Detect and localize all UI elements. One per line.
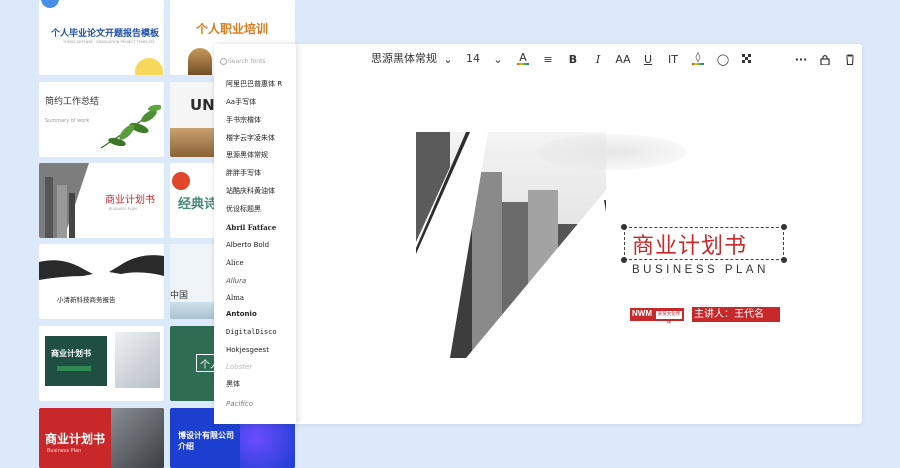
title-block — [45, 336, 107, 386]
template-title: 个人职业培训 — [196, 22, 269, 36]
leaf-image — [100, 104, 161, 149]
template-title: 商业计划书 — [51, 349, 91, 358]
selection-box[interactable] — [624, 227, 784, 260]
font-option[interactable]: Hokjesgeest — [226, 346, 269, 355]
font-option[interactable]: Allura — [226, 277, 246, 286]
letter-spacing-icon[interactable]: AA — [615, 52, 630, 66]
template-subtitle: BUSINESS PLAN — [109, 207, 137, 211]
search-icon — [220, 58, 227, 65]
delete-icon[interactable] — [843, 52, 857, 66]
font-option[interactable]: 手书宗楷体 — [226, 116, 261, 125]
resize-handle[interactable] — [781, 224, 787, 230]
template-title: 个人毕业论文开题报告模板 — [51, 29, 160, 39]
font-search-input[interactable]: Search fonts — [228, 58, 288, 68]
font-option[interactable]: Lobster — [226, 363, 252, 372]
template-thumb-5[interactable]: 商业计划书 BUSINESS PLAN — [39, 163, 164, 238]
align-icon[interactable]: ≡ — [541, 52, 555, 66]
line-height-icon[interactable]: IT — [666, 52, 680, 66]
template-subtitle: Business Plan — [47, 448, 82, 454]
template-title: 商业计划书 — [105, 195, 155, 206]
chevron-down-icon[interactable]: ⌄ — [491, 52, 505, 66]
resize-handle[interactable] — [621, 257, 627, 263]
text-color-icon[interactable]: A — [516, 52, 530, 66]
presenter-label[interactable]: 主讲人：王代名 — [692, 307, 780, 322]
font-option[interactable]: Antonio — [226, 310, 257, 319]
building-image — [39, 163, 89, 238]
company-logo: NWM 某某文化传媒 — [630, 308, 684, 325]
more-icon[interactable]: ··· — [794, 52, 808, 66]
building-image — [111, 408, 164, 468]
hands-image — [39, 255, 164, 280]
lock-icon[interactable] — [818, 52, 832, 66]
font-option[interactable]: 优设标题黑 — [226, 205, 261, 214]
chevron-down-icon[interactable]: ⌄ — [441, 52, 455, 66]
font-option[interactable]: 站酷庆科黄油体 — [226, 187, 275, 196]
font-option[interactable]: 黑体 — [226, 380, 240, 389]
resize-handle[interactable] — [621, 224, 627, 230]
template-title: 商业计划书 — [45, 432, 106, 446]
bold-icon[interactable]: B — [566, 52, 580, 66]
template-thumb-11[interactable]: 商业计划书 Business Plan — [39, 408, 164, 468]
template-title: 简约工作总结 — [45, 97, 100, 107]
template-title: 经典诗 — [178, 197, 218, 212]
italic-icon[interactable]: I — [591, 52, 605, 66]
fill-color-icon[interactable]: ◊ — [691, 52, 705, 66]
resize-handle[interactable] — [781, 257, 787, 263]
font-option[interactable]: Alberto Bold — [226, 241, 269, 250]
template-thumb-9[interactable]: 商业计划书 — [39, 326, 164, 401]
font-option[interactable]: 楷字云字凌朱体 — [226, 134, 275, 143]
template-thumb-1[interactable]: 个人毕业论文开题报告模板 THESIS DEFENSE · GRADUATION… — [39, 0, 164, 75]
person-image — [188, 48, 212, 75]
template-title: 小清新科技商务报告 — [57, 296, 116, 304]
effects-icon[interactable]: ◯ — [716, 52, 730, 66]
subtitle-bar — [57, 366, 91, 371]
decoration — [41, 0, 59, 8]
logo-subtext: 某某文化传媒 — [656, 311, 682, 325]
font-option[interactable]: Alice — [226, 259, 244, 268]
font-option[interactable]: Abril Fatface — [226, 223, 276, 232]
logo-text: NWM — [632, 309, 652, 318]
template-thumb-7[interactable]: 小清新科技商务报告 — [39, 244, 164, 319]
template-subtitle: THESIS DEFENSE · GRADUATION PROJECT TEMP… — [63, 40, 155, 44]
font-option[interactable]: 胖胖手写体 — [226, 169, 261, 178]
underline-icon[interactable]: U — [641, 52, 655, 66]
slide-subtitle[interactable]: BUSINESS PLAN — [632, 264, 769, 276]
font-option[interactable]: 思源黑体常规 — [226, 151, 268, 160]
template-subtitle: Summary of work — [45, 118, 90, 124]
font-option[interactable]: Aa手写体 — [226, 98, 256, 107]
template-thumb-3[interactable]: 简约工作总结 Summary of work — [39, 82, 164, 157]
cloud-decoration — [536, 134, 686, 170]
font-family-select[interactable]: 思源黑体常规 — [371, 52, 437, 66]
font-option[interactable]: DigitalDisco — [226, 328, 277, 337]
transparency-icon[interactable] — [740, 52, 754, 66]
font-option[interactable]: 阿里巴巴普惠体 R — [226, 80, 282, 89]
sun-decoration — [172, 172, 190, 190]
font-option[interactable]: Alma — [226, 294, 244, 303]
decoration — [135, 58, 163, 75]
wood-image — [170, 128, 220, 157]
font-option[interactable]: Pacifico — [226, 400, 253, 409]
font-size-select[interactable]: 14 — [466, 52, 480, 66]
template-title: 中国 — [170, 291, 189, 301]
template-title: 博设计有限公司介绍 — [178, 431, 234, 451]
laptop-image — [115, 332, 160, 388]
